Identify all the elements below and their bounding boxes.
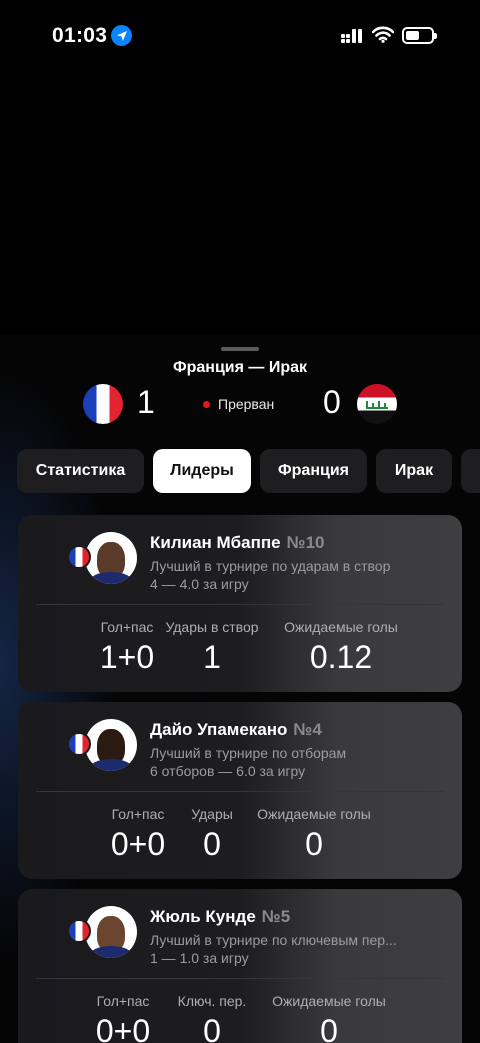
france-flag-icon <box>67 732 91 756</box>
stat-shots: Удары 0 <box>191 806 233 862</box>
battery-icon <box>402 27 437 44</box>
stat-expected-goals: Ожидаемые голы 0 <box>272 993 386 1043</box>
stat-key-passes: Ключ. пер. 0 <box>177 993 247 1043</box>
tab-bar: Статистика Лидеры Франция Ирак <box>17 449 480 494</box>
player-name: Жюль Кунде №5 <box>150 907 291 926</box>
leader-card[interactable]: Жюль Кунде №5 Лучший в турнире по ключевы… <box>18 889 462 1043</box>
tab-iraq[interactable]: Ирак <box>376 449 452 493</box>
avatar <box>85 906 137 958</box>
divider <box>36 791 444 792</box>
player-name: Дайо Упамекано №4 <box>150 720 322 739</box>
location-arrow-icon <box>111 25 132 46</box>
player-number: №10 <box>286 533 325 552</box>
home-score: 1 <box>137 384 155 420</box>
france-flag-icon <box>67 919 91 943</box>
sheet-grabber[interactable] <box>221 347 259 351</box>
tab-leaders[interactable]: Лидеры <box>153 449 251 493</box>
status-time: 01:03 <box>52 24 108 47</box>
status-dot-icon <box>203 400 210 408</box>
player-description: Лучший в турнире по отборам 6 отборов — 6… <box>150 745 347 779</box>
player-name: Килиан Мбаппе №10 <box>150 533 325 552</box>
divider <box>36 604 444 605</box>
avatar <box>85 532 137 584</box>
player-number: №4 <box>293 720 322 739</box>
stat-goals-assists: Гол+пас 0+0 <box>110 806 166 862</box>
stat-expected-goals: Ожидаемые голы 0 <box>257 806 371 862</box>
divider <box>36 978 444 979</box>
tab-france[interactable]: Франция <box>260 449 367 493</box>
away-score: 0 <box>323 384 341 420</box>
leader-card[interactable]: Килиан Мбаппе №10 Лучший в турнире по уда… <box>18 515 462 692</box>
stat-expected-goals: Ожидаемые голы 0.12 <box>284 619 398 675</box>
player-description: Лучший в турнире по ключевым пер... 1 — 1… <box>150 932 397 966</box>
status-bar: 01:03 <box>0 0 480 70</box>
stat-shots-on-target: Удары в створ 1 <box>165 619 259 675</box>
leader-card[interactable]: Дайо Упамекано №4 Лучший в турнире по отб… <box>18 702 462 879</box>
wifi-icon <box>371 26 395 48</box>
player-description: Лучший в турнире по ударам в створ 4 — 4.… <box>150 558 391 592</box>
player-number: №5 <box>261 907 291 926</box>
france-flag-icon <box>83 384 123 424</box>
tab-statistics[interactable]: Статистика <box>17 449 144 493</box>
match-sheet: Франция — Ирак 1 Прерван 0 Статистика Ли… <box>0 334 480 1043</box>
france-flag-icon <box>67 545 91 569</box>
iraq-flag-icon <box>357 384 397 424</box>
avatar <box>85 719 137 771</box>
match-status: Прерван <box>203 396 274 412</box>
stat-goals-assists: Гол+пас 0+0 <box>95 993 151 1043</box>
match-title: Франция — Ирак <box>172 359 308 376</box>
match-status-label: Прерван <box>218 396 275 412</box>
cellular-signal-icon <box>341 28 365 44</box>
tab-more[interactable] <box>461 449 480 493</box>
